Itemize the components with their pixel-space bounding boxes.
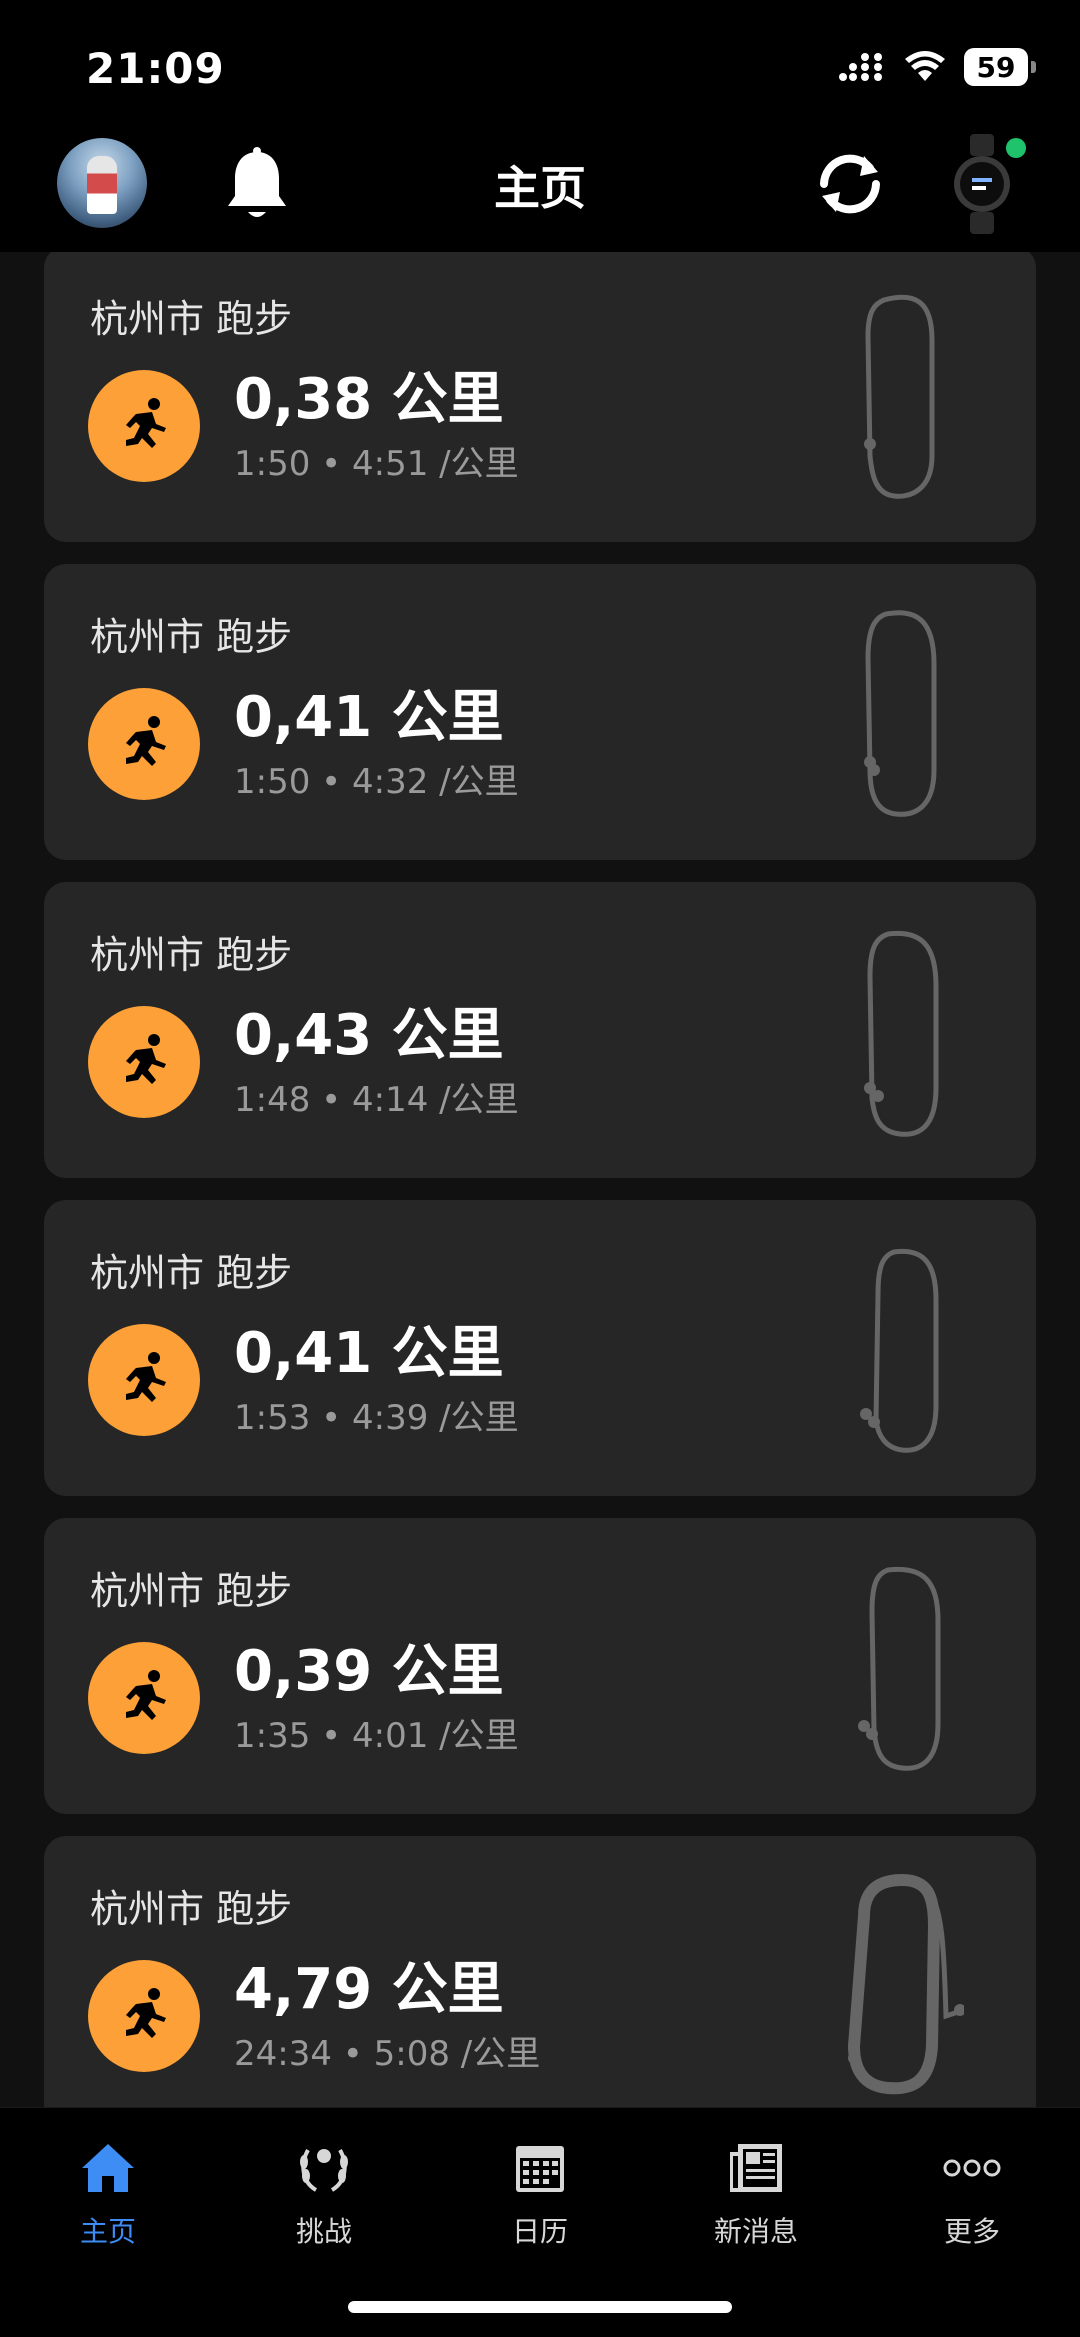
running-icon [88, 688, 200, 800]
tab-calendar[interactable]: 日历 [432, 2128, 648, 2248]
tab-home-label: 主页 [79, 2215, 136, 2248]
activity-card[interactable]: 杭州市 跑步 0,39 公里 1:35 • 4:01 /公里 [44, 1518, 1036, 1814]
activity-distance: 0,41 公里 [234, 685, 504, 750]
route-map [864, 294, 935, 499]
tab-calendar-label: 日历 [511, 2215, 568, 2248]
activity-card[interactable]: 杭州市 跑步 0,41 公里 1:53 • 4:39 /公里 [44, 1200, 1036, 1496]
wifi-icon [905, 51, 945, 81]
activity-feed[interactable]: 杭州市 跑步 0,38 公里 1:50 • 4:51 /公里 杭州市 跑步 0,… [0, 252, 1080, 2107]
watch-icon[interactable] [952, 134, 1012, 234]
route-map [860, 1248, 939, 1453]
activity-title: 杭州市 跑步 [90, 1887, 293, 1931]
tab-more[interactable]: 更多 [864, 2128, 1080, 2248]
battery-icon: 59 [964, 48, 1036, 86]
activity-card[interactable]: 杭州市 跑步 0,41 公里 1:50 • 4:32 /公里 [44, 564, 1036, 860]
status-icons: 59 [838, 48, 1036, 86]
running-icon [88, 1960, 200, 2072]
activity-title: 杭州市 跑步 [90, 615, 293, 659]
activity-stats: 24:34 • 5:08 /公里 [234, 2034, 541, 2074]
status-time: 21:09 [86, 44, 225, 93]
activity-card[interactable]: 杭州市 跑步 0,43 公里 1:48 • 4:14 /公里 [44, 882, 1036, 1178]
tab-challenges-label: 挑战 [295, 2215, 352, 2248]
tab-bar: 主页 挑战 日历 新消息 更多 [0, 2107, 1080, 2337]
more-icon [943, 2159, 1001, 2177]
tab-home[interactable]: 主页 [0, 2128, 216, 2248]
tab-news[interactable]: 新消息 [648, 2128, 864, 2248]
activity-title: 杭州市 跑步 [90, 1569, 293, 1613]
activity-distance: 0,41 公里 [234, 1321, 504, 1386]
activity-title: 杭州市 跑步 [90, 933, 293, 977]
activity-distance: 0,39 公里 [234, 1639, 504, 1704]
activity-title: 杭州市 跑步 [90, 1251, 293, 1295]
activity-stats: 1:35 • 4:01 /公里 [234, 1716, 519, 1756]
activity-stats: 1:53 • 4:39 /公里 [234, 1398, 519, 1438]
running-icon [88, 370, 200, 482]
activity-distance: 0,38 公里 [234, 367, 504, 432]
signal-icon [839, 53, 882, 81]
running-icon [88, 1006, 200, 1118]
activity-card[interactable]: 杭州市 跑步 0,38 公里 1:50 • 4:51 /公里 [44, 252, 1036, 542]
tab-more-label: 更多 [943, 2215, 1000, 2248]
route-map [864, 930, 939, 1137]
calendar-icon [516, 2146, 564, 2192]
activity-distance: 4,79 公里 [234, 1957, 504, 2022]
newspaper-icon [730, 2144, 782, 2192]
app-root: 21:09 59 主页 杭州市 跑步 0,38 公里 1:50 • 4:51 /… [0, 0, 1080, 2337]
route-map [864, 610, 937, 817]
activity-distance: 0,43 公里 [234, 1003, 504, 1068]
activity-stats: 1:50 • 4:51 /公里 [234, 444, 519, 484]
watch-connected-indicator [1006, 138, 1026, 158]
status-bar: 21:09 59 [0, 0, 1080, 130]
sync-icon[interactable] [812, 146, 888, 222]
activity-card[interactable]: 杭州市 跑步 4,79 公里 24:34 • 5:08 /公里 [44, 1836, 1036, 2107]
home-icon [82, 2144, 134, 2192]
activity-stats: 1:50 • 4:32 /公里 [234, 762, 519, 802]
laurel-icon [300, 2149, 348, 2192]
route-map [858, 1566, 941, 1771]
tab-challenges[interactable]: 挑战 [216, 2128, 432, 2248]
tab-news-label: 新消息 [713, 2215, 798, 2248]
route-map [847, 1873, 964, 2095]
activity-title: 杭州市 跑步 [90, 297, 293, 341]
activity-stats: 1:48 • 4:14 /公里 [234, 1080, 519, 1120]
page-title: 主页 [494, 161, 586, 215]
running-icon [88, 1642, 200, 1754]
running-icon [88, 1324, 200, 1436]
home-indicator[interactable] [348, 2301, 732, 2313]
app-header: 主页 [0, 130, 1080, 254]
